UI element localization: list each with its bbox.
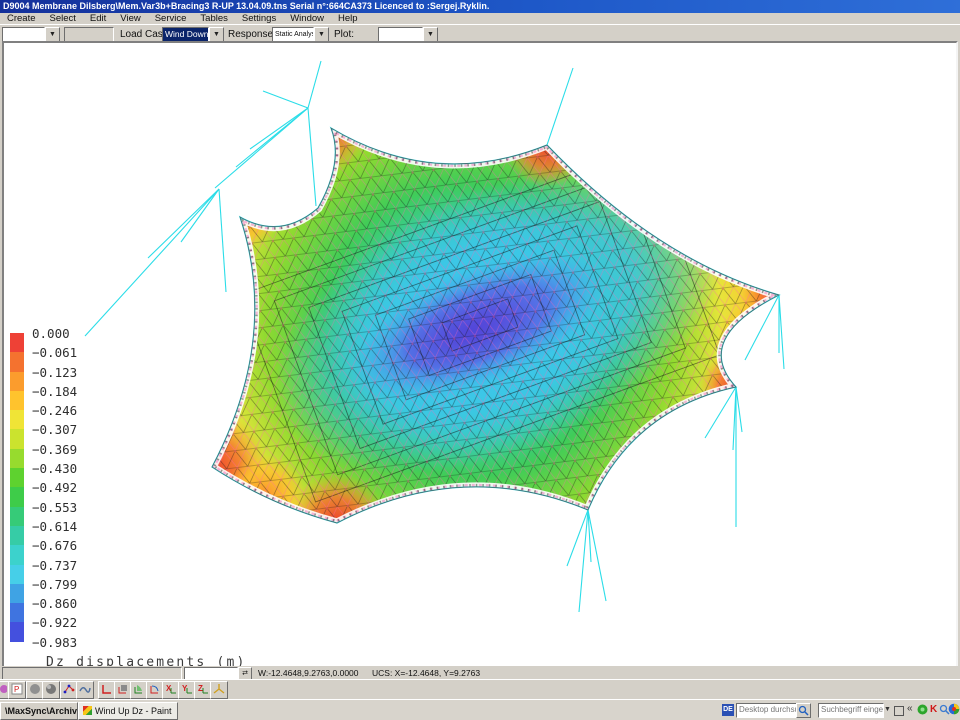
response-combobox[interactable]: Static Analysis Re.▼ <box>272 27 329 42</box>
selection-combobox[interactable]: ▼ <box>2 27 60 42</box>
chevron-down-icon[interactable]: ▼ <box>314 27 329 42</box>
legend-value: −0.369 <box>32 440 77 459</box>
menu-item[interactable]: Help <box>331 13 365 24</box>
legend-value: −0.922 <box>32 613 77 632</box>
legend-color-swatch <box>10 622 24 641</box>
status-bar: ⇄ W:-12.4648,9.2763,0.0000 UCS: X=-12.46… <box>0 666 960 679</box>
desktop-search-input[interactable]: Desktop durchsuchen <box>736 703 800 718</box>
legend-value: −0.246 <box>32 401 77 420</box>
legend-value-labels: 0.000−0.061−0.123−0.184−0.246−0.307−0.36… <box>32 324 77 652</box>
legend-color-swatch <box>10 352 24 371</box>
legend-value: −0.676 <box>32 536 77 555</box>
menu-item[interactable]: Tables <box>193 13 234 24</box>
viewport[interactable]: 0.000−0.061−0.123−0.184−0.246−0.307−0.36… <box>2 41 958 668</box>
application-window: D9004 Membrane Dilsberg\Mem.Var3b+Bracin… <box>0 0 960 720</box>
view-toolbar: P X Y Z <box>0 679 960 700</box>
menu-item[interactable]: Window <box>283 13 331 24</box>
menu-item[interactable]: Settings <box>235 13 283 24</box>
response-label: Response: <box>228 29 276 40</box>
language-indicator[interactable]: DE <box>722 704 734 716</box>
tray-globe-icon[interactable] <box>948 703 960 717</box>
membrane-contour-plot <box>4 43 952 662</box>
legend-value: −0.983 <box>32 633 77 652</box>
legend-value: −0.860 <box>32 594 77 613</box>
legend-color-swatch <box>10 487 24 506</box>
legend-value: −0.061 <box>32 343 77 362</box>
menu-bar: CreateSelectEditViewServiceTablesSetting… <box>0 13 960 24</box>
search-icon[interactable] <box>796 703 811 718</box>
title-bar[interactable]: D9004 Membrane Dilsberg\Mem.Var3b+Bracin… <box>0 0 960 13</box>
paint-app-icon <box>83 706 92 715</box>
os-taskbar: \MaxSync\Archiv\A... Wind Up Dz - Paint … <box>0 699 960 720</box>
z-axis-glyph: Z <box>198 684 203 693</box>
chevron-down-icon[interactable]: ▼ <box>884 706 891 713</box>
legend-value: −0.184 <box>32 382 77 401</box>
legend-color-swatch <box>10 372 24 391</box>
plot-combobox[interactable]: ▼ <box>378 27 438 42</box>
legend-value: −0.614 <box>32 517 77 536</box>
legend-value: 0.000 <box>32 324 77 343</box>
legend-color-swatch <box>10 526 24 545</box>
menu-item[interactable]: Create <box>0 13 43 24</box>
ucs-coordinates: UCS: X=-12.4648, Y=9.2763 <box>372 668 480 678</box>
legend-color-swatch <box>10 468 24 487</box>
legend-value: −0.737 <box>32 556 77 575</box>
spline-button[interactable] <box>76 681 94 699</box>
legend-color-swatch <box>10 333 24 352</box>
legend-value: −0.799 <box>32 575 77 594</box>
maximize-icon[interactable] <box>894 706 904 716</box>
legend-color-swatch <box>10 565 24 584</box>
tray-k-app-icon[interactable]: K <box>930 704 937 715</box>
legend-color-swatch <box>10 449 24 468</box>
legend-value: −0.307 <box>32 420 77 439</box>
legend-color-swatch <box>10 545 24 564</box>
legend-color-scale <box>10 333 24 642</box>
menu-item[interactable]: View <box>113 13 147 24</box>
menu-item[interactable]: Select <box>43 13 83 24</box>
toolbar-panel <box>64 27 114 42</box>
legend-color-swatch <box>10 410 24 429</box>
legend-color-swatch <box>10 507 24 526</box>
legend-color-swatch <box>10 391 24 410</box>
fe-mesh <box>180 60 810 550</box>
main-toolbar: ▼ Load Case: Wind Down▼ Response: Static… <box>0 24 960 42</box>
menu-item[interactable]: Edit <box>83 13 113 24</box>
svg-text:P: P <box>14 685 19 694</box>
legend-color-swatch <box>10 429 24 448</box>
legend-color-swatch <box>10 584 24 603</box>
chevron-collapse-icon[interactable]: « <box>907 703 913 714</box>
chevron-down-icon[interactable]: ▼ <box>209 27 224 42</box>
print-picture-button[interactable]: P <box>8 681 26 699</box>
render-shaded-button[interactable] <box>42 681 60 699</box>
plot-label: Plot: <box>334 29 354 40</box>
legend-value: −0.123 <box>32 363 77 382</box>
search-term-input[interactable]: Suchbegriff einge... <box>818 703 884 718</box>
chevron-down-icon[interactable]: ▼ <box>423 27 438 42</box>
load-case-combobox[interactable]: Wind Down▼ <box>162 27 224 42</box>
legend-value: −0.553 <box>32 498 77 517</box>
world-coordinates: W:-12.4648,9.2763,0.0000 <box>258 668 359 678</box>
taskbar-button-explorer[interactable]: \MaxSync\Archiv\A... <box>0 702 78 720</box>
legend-value: −0.492 <box>32 478 77 497</box>
chevron-down-icon[interactable]: ▼ <box>45 27 60 42</box>
legend-value: −0.430 <box>32 459 77 478</box>
legend-color-swatch <box>10 603 24 622</box>
view-iso-button[interactable] <box>210 681 228 699</box>
taskbar-button-paint[interactable]: Wind Up Dz - Paint <box>78 702 178 720</box>
menu-item[interactable]: Service <box>148 13 194 24</box>
tray-green-app-icon[interactable] <box>917 704 928 717</box>
